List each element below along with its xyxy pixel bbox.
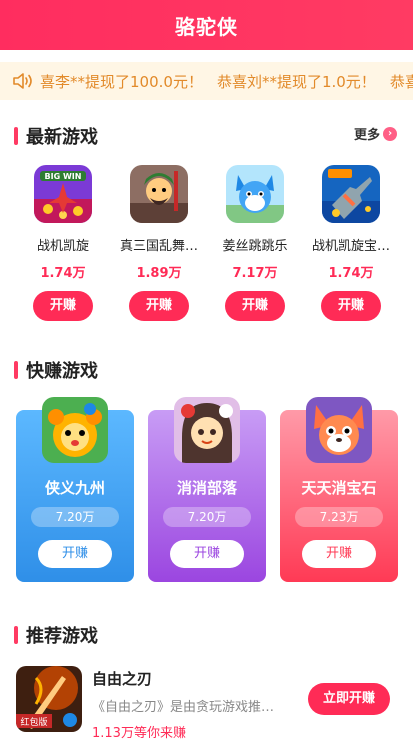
quick-game-card[interactable]: 侠义九州 7.20万 开赚 — [16, 397, 134, 582]
section-title-recommend: 推荐游戏 — [14, 622, 98, 648]
section-title-quick: 快赚游戏 — [14, 357, 98, 383]
svg-text:BIG WIN: BIG WIN — [45, 172, 82, 181]
start-earn-button[interactable]: 开赚 — [302, 540, 376, 568]
game-count: 7.17万 — [232, 266, 278, 281]
game-count: 7.20万 — [163, 507, 251, 527]
game-description: 《自由之刃》是由贪玩游戏推… — [92, 700, 275, 715]
game-name: 侠义九州 — [44, 479, 105, 497]
quick-game-card[interactable]: 消消部落 7.20万 开赚 — [148, 397, 266, 582]
blade-warrior-icon[interactable]: 红包版 — [16, 666, 82, 732]
section-marker — [14, 127, 18, 145]
withdraw-ticker: 喜李**提现了100.0元！ 恭喜刘**提现了1.0元！ 恭喜 — [0, 62, 413, 100]
start-earn-button[interactable]: 开赚 — [38, 540, 112, 568]
fighter-jet-game-icon[interactable]: BIG WIN — [34, 165, 92, 223]
start-earn-button[interactable]: 开赚 — [225, 291, 285, 321]
game-name: 战机凯旋宝… — [311, 239, 390, 254]
game-count: 1.89万 — [136, 266, 182, 281]
game-name: 天天消宝石 — [301, 479, 377, 497]
more-label: 更多 — [353, 128, 380, 143]
game-name: 自由之刃 — [92, 670, 153, 688]
new-game-item[interactable]: 姜丝跳跳乐 7.17万 开赚 — [207, 165, 303, 321]
start-earn-button[interactable]: 开赚 — [321, 291, 381, 321]
game-count: 1.13万等你来赚 — [92, 726, 186, 741]
game-count: 1.74万 — [328, 266, 374, 281]
game-count: 7.20万 — [31, 507, 119, 527]
three-kingdoms-warrior-icon[interactable] — [130, 165, 188, 223]
more-link[interactable]: 更多 › — [354, 124, 397, 143]
start-earn-button[interactable]: 开赚 — [33, 291, 93, 321]
game-name: 真三国乱舞… — [119, 239, 198, 254]
section-title-text: 推荐游戏 — [26, 626, 98, 647]
game-name: 消消部落 — [176, 479, 237, 497]
new-game-item[interactable]: 战机凯旋宝… 1.74万 开赚 — [303, 165, 399, 321]
fighter-plane-icon[interactable] — [322, 165, 380, 223]
red-packet-badge: 红包版 — [20, 716, 47, 728]
game-name: 战机凯旋 — [36, 239, 89, 254]
quick-game-card[interactable]: 天天消宝石 7.23万 开赚 — [280, 397, 398, 582]
start-earn-button[interactable]: 开赚 — [129, 291, 189, 321]
app-header: 骆驼侠 — [0, 0, 413, 50]
start-earn-button[interactable]: 开赚 — [170, 540, 244, 568]
blue-fox-icon[interactable] — [226, 165, 284, 223]
speaker-icon — [13, 73, 32, 89]
ticker-message: 恭喜 — [389, 72, 413, 91]
ticker-message: 恭喜刘**提现了1.0元！ — [216, 72, 376, 91]
game-count: 7.23万 — [295, 507, 383, 527]
ticker-message: 喜李**提现了100.0元！ — [40, 72, 203, 91]
section-marker — [14, 361, 18, 379]
new-game-item[interactable]: 真三国乱舞… 1.89万 开赚 — [111, 165, 207, 321]
section-marker — [14, 626, 18, 644]
new-game-item[interactable]: BIG WIN 战机凯旋 1.74万 开赚 — [15, 165, 111, 321]
section-title-newest: 最新游戏 — [14, 123, 98, 149]
girl-character-icon[interactable] — [174, 397, 240, 463]
section-title-text: 最新游戏 — [26, 127, 98, 148]
app-title: 骆驼侠 — [175, 14, 238, 39]
fox-character-icon[interactable] — [306, 397, 372, 463]
game-name: 姜丝跳跳乐 — [222, 239, 288, 254]
game-count: 1.74万 — [40, 266, 86, 281]
lion-cub-icon[interactable] — [42, 397, 108, 463]
chevron-right-icon: › — [383, 126, 397, 141]
section-title-text: 快赚游戏 — [26, 361, 98, 382]
start-earn-now-button[interactable]: 立即开赚 — [308, 683, 390, 715]
